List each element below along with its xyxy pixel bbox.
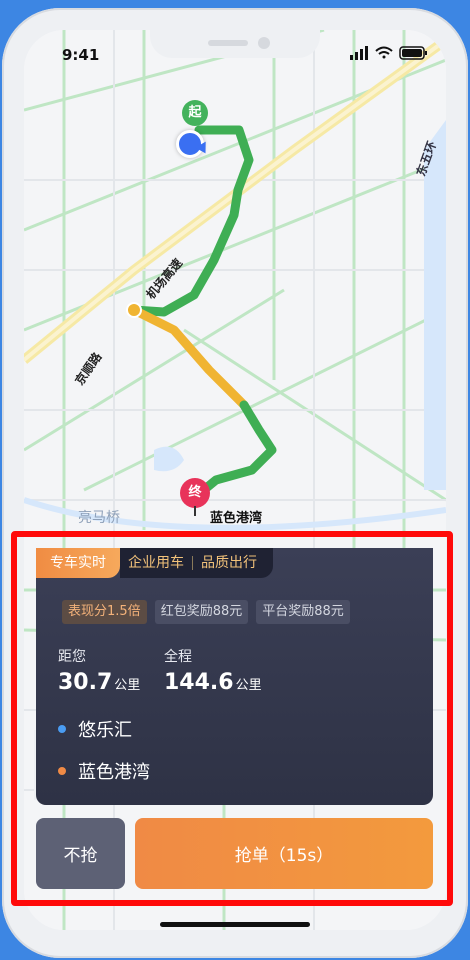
highlight-annotation-box [11, 531, 453, 906]
wifi-icon [375, 46, 393, 59]
end-marker[interactable]: 终 [180, 478, 210, 508]
front-camera [258, 37, 270, 49]
area-label-liangmaqiao: 亮马桥 [78, 510, 120, 526]
battery-icon [399, 46, 427, 60]
device-notch [150, 30, 320, 58]
status-time: 9:41 [62, 46, 100, 64]
speaker-grill [208, 40, 248, 46]
status-icons [350, 44, 432, 62]
start-marker[interactable]: 起 [182, 100, 208, 126]
signal-icon [350, 46, 368, 60]
destination-map-label: 蓝色港湾 [210, 511, 263, 526]
end-marker-pin [194, 506, 196, 516]
home-indicator[interactable] [160, 922, 310, 927]
